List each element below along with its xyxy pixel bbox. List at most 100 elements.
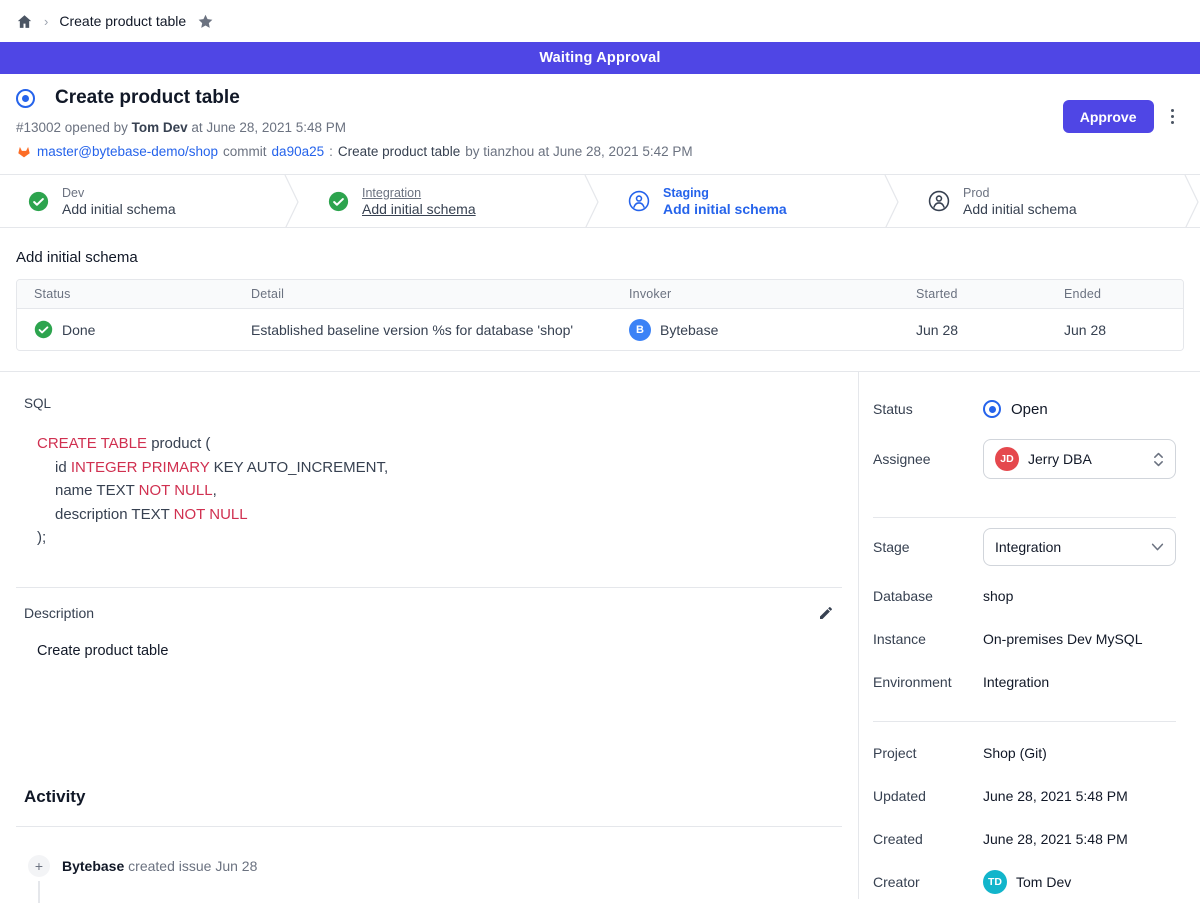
page-title: Create product table bbox=[55, 87, 240, 109]
sql-text: KEY AUTO_INCREMENT, bbox=[209, 459, 388, 476]
task-table: Status Detail Invoker Started Ended Done… bbox=[16, 279, 1184, 351]
sql-keyword: CREATE TABLE bbox=[37, 435, 147, 452]
created-label: Created bbox=[873, 831, 983, 847]
avatar: TD bbox=[983, 870, 1007, 894]
database-value: shop bbox=[983, 588, 1176, 604]
status-label: Status bbox=[873, 401, 983, 417]
star-icon[interactable] bbox=[197, 13, 214, 30]
assignee-label: Assignee bbox=[873, 451, 983, 467]
home-icon[interactable] bbox=[16, 13, 33, 30]
sidebar-row-status: Status Open bbox=[873, 396, 1176, 422]
vcs-commit-word: commit bbox=[223, 144, 267, 159]
activity-action: created issue Jun 28 bbox=[128, 858, 257, 874]
status-banner: Waiting Approval bbox=[0, 42, 1200, 74]
main-panel: SQL CREATE TABLE product (id INTEGER PRI… bbox=[0, 372, 858, 899]
plus-icon: + bbox=[28, 855, 50, 877]
sidebar-row-project: Project Shop (Git) bbox=[873, 740, 1176, 766]
pipeline: DevAdd initial schema IntegrationAdd ini… bbox=[0, 174, 1200, 228]
environment-label: Environment bbox=[873, 674, 983, 690]
sql-section-label: SQL bbox=[24, 396, 858, 411]
edit-pencil-icon[interactable] bbox=[818, 605, 834, 621]
column-ended: Ended bbox=[1064, 287, 1183, 301]
stage-value: Integration bbox=[995, 539, 1142, 555]
issue-author: Tom Dev bbox=[132, 120, 188, 135]
status-value: Open bbox=[1011, 401, 1048, 418]
description-content: Create product table bbox=[37, 643, 858, 659]
activity-actor: Bytebase bbox=[62, 858, 124, 874]
column-detail: Detail bbox=[251, 287, 629, 301]
pipeline-stage-staging[interactable]: StagingAdd initial schema bbox=[600, 175, 884, 227]
column-status: Status bbox=[34, 287, 251, 301]
sql-keyword: NOT NULL bbox=[174, 506, 248, 523]
breadcrumb-current[interactable]: Create product table bbox=[59, 13, 186, 29]
sidebar-row-updated: Updated June 28, 2021 5:48 PM bbox=[873, 783, 1176, 809]
sql-line: name TEXT NOT NULL, bbox=[37, 479, 858, 503]
updated-value: June 28, 2021 5:48 PM bbox=[983, 788, 1176, 804]
vcs-colon: : bbox=[329, 144, 333, 159]
vcs-commit-message: Create product table bbox=[338, 144, 460, 159]
task-started: Jun 28 bbox=[916, 322, 1064, 338]
pipeline-stage-dev[interactable]: DevAdd initial schema bbox=[0, 175, 284, 227]
task-status: Done bbox=[62, 322, 95, 338]
open-status-icon bbox=[16, 89, 35, 108]
sidebar-row-assignee: Assignee JD Jerry DBA bbox=[873, 439, 1176, 479]
avatar: JD bbox=[995, 447, 1019, 471]
sql-text: product ( bbox=[147, 435, 210, 452]
issue-header: Create product table #13002 opened by To… bbox=[0, 74, 1200, 174]
approve-button[interactable]: Approve bbox=[1063, 100, 1154, 133]
vcs-commit-hash-link[interactable]: da90a25 bbox=[272, 144, 325, 159]
sql-keyword: INTEGER PRIMARY bbox=[71, 459, 210, 476]
breadcrumb: › Create product table bbox=[0, 0, 1200, 42]
stage-task-label: Add initial schema bbox=[62, 201, 176, 217]
instance-label: Instance bbox=[873, 631, 983, 647]
column-invoker: Invoker bbox=[629, 287, 916, 301]
stage-label: Stage bbox=[873, 539, 983, 555]
description-label: Description bbox=[24, 605, 94, 621]
sql-line: description TEXT NOT NULL bbox=[37, 503, 858, 527]
breadcrumb-separator: › bbox=[44, 14, 48, 29]
stage-env-label: Staging bbox=[663, 186, 787, 200]
open-status-icon bbox=[983, 400, 1001, 418]
database-label: Database bbox=[873, 588, 983, 604]
stage-env-label: Prod bbox=[963, 186, 1077, 200]
vcs-commit-line: master@bytebase-demo/shop commit da90a25: C… bbox=[16, 144, 1184, 159]
issue-meta-prefix: #13002 opened by bbox=[16, 120, 132, 135]
task-section-heading: Add initial schema bbox=[16, 249, 1184, 266]
pipeline-stage-prod[interactable]: ProdAdd initial schema bbox=[900, 175, 1184, 227]
sidebar-row-environment: Environment Integration bbox=[873, 669, 1176, 695]
stage-env-label: Dev bbox=[62, 186, 176, 200]
sql-keyword: NOT NULL bbox=[139, 482, 213, 499]
sql-text: ); bbox=[37, 529, 46, 546]
kebab-menu-icon[interactable] bbox=[1169, 106, 1177, 128]
stage-separator bbox=[884, 175, 900, 228]
stage-task-label: Add initial schema bbox=[362, 201, 476, 217]
environment-value: Integration bbox=[983, 674, 1176, 690]
creator-value: Tom Dev bbox=[1016, 874, 1071, 890]
person-circle-icon bbox=[628, 190, 650, 212]
table-row[interactable]: Done Established baseline version %s for… bbox=[17, 309, 1183, 350]
check-circle-icon bbox=[328, 191, 349, 212]
check-circle-icon bbox=[28, 191, 49, 212]
sql-text: description TEXT bbox=[55, 506, 174, 523]
activity-timeline-connector bbox=[38, 881, 40, 903]
sql-text: , bbox=[213, 482, 217, 499]
task-table-header: Status Detail Invoker Started Ended bbox=[17, 280, 1183, 309]
issue-meta-suffix: at June 28, 2021 5:48 PM bbox=[188, 120, 346, 135]
sql-line: ); bbox=[37, 526, 858, 550]
vcs-branch-link[interactable]: master@bytebase-demo/shop bbox=[37, 144, 218, 159]
sidebar-row-database: Database shop bbox=[873, 583, 1176, 609]
updated-label: Updated bbox=[873, 788, 983, 804]
assignee-value: Jerry DBA bbox=[1028, 451, 1144, 467]
assignee-select[interactable]: JD Jerry DBA bbox=[983, 439, 1176, 479]
activity-divider bbox=[16, 826, 842, 827]
task-ended: Jun 28 bbox=[1064, 322, 1183, 338]
vcs-commit-tail: by tianzhou at June 28, 2021 5:42 PM bbox=[465, 144, 692, 159]
gitlab-icon bbox=[16, 144, 32, 159]
project-value[interactable]: Shop (Git) bbox=[983, 745, 1176, 761]
description-divider bbox=[16, 587, 842, 588]
pipeline-stage-integration[interactable]: IntegrationAdd initial schema bbox=[300, 175, 584, 227]
stage-task-label: Add initial schema bbox=[663, 201, 787, 217]
stage-select[interactable]: Integration bbox=[983, 528, 1176, 566]
sql-code-block: CREATE TABLE product (id INTEGER PRIMARY… bbox=[37, 432, 858, 550]
stage-task-label: Add initial schema bbox=[963, 201, 1077, 217]
